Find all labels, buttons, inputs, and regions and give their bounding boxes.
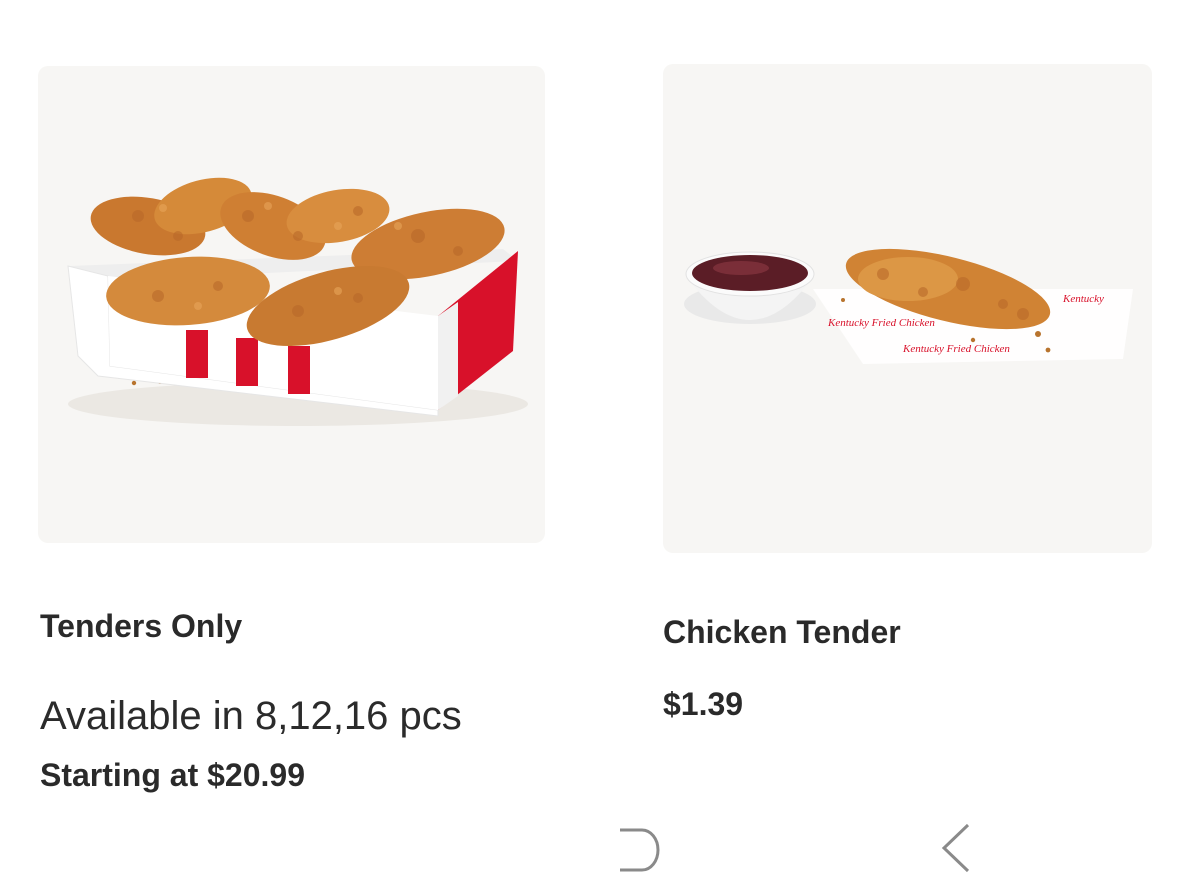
home-icon[interactable] xyxy=(614,825,664,875)
svg-text:Kentucky: Kentucky xyxy=(1062,293,1104,305)
single-chicken-tender-with-sauce-image: Kentucky Fried Chicken Kentucky Fried Ch… xyxy=(684,248,1133,364)
product-image[interactable]: Kentucky Fried Chicken Kentucky Fried Ch… xyxy=(663,64,1152,553)
svg-text:Kentucky Fried Chicken: Kentucky Fried Chicken xyxy=(902,343,1010,355)
product-price: $1.39 xyxy=(663,686,744,722)
product-title[interactable]: Chicken Tender xyxy=(663,614,901,651)
svg-text:Kentucky Fried Chicken: Kentucky Fried Chicken xyxy=(827,317,935,329)
product-starting-price: Starting at $20.99 xyxy=(40,757,305,793)
back-chevron-icon[interactable] xyxy=(936,822,976,874)
product-availability: Available in 8,12,16 pcs xyxy=(40,694,462,738)
product-title[interactable]: Tenders Only xyxy=(40,608,242,645)
product-image[interactable] xyxy=(38,66,545,543)
chicken-tenders-box-image xyxy=(67,177,528,426)
